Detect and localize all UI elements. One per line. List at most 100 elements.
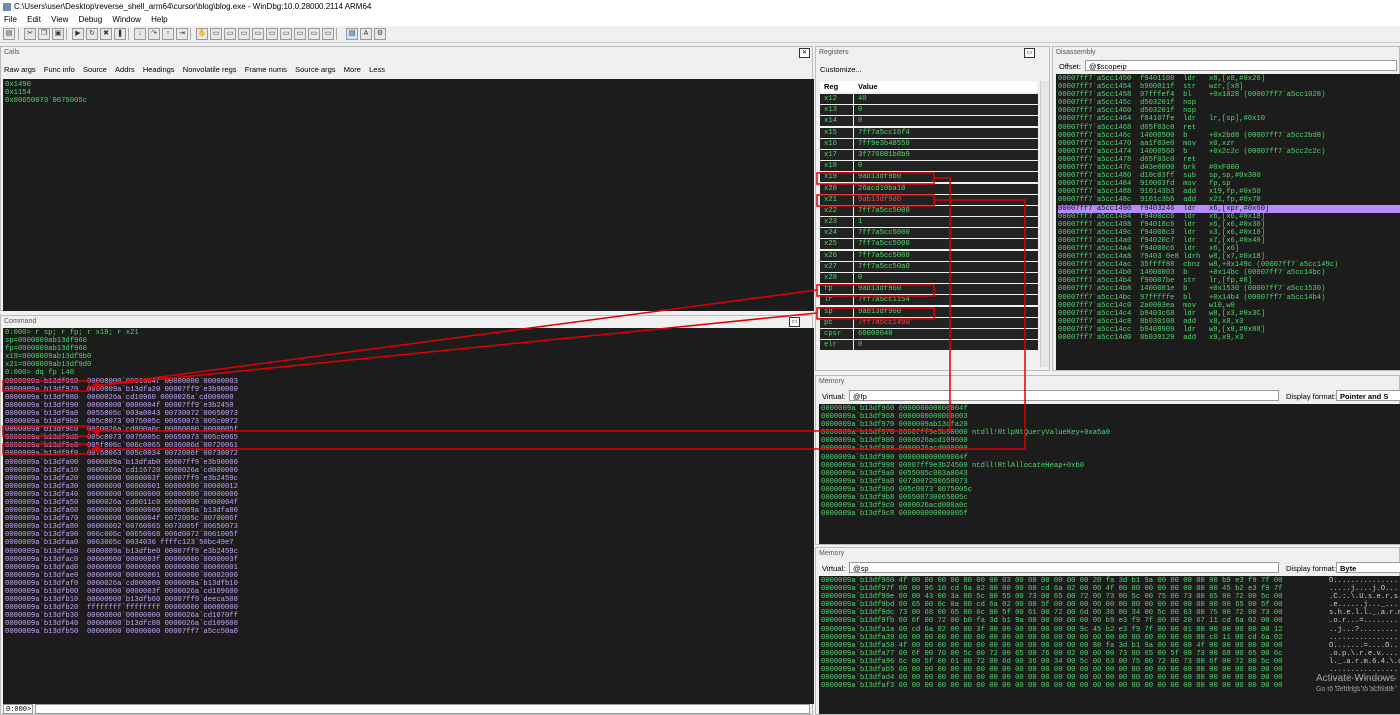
memory-row[interactable]: 0000009a`b13df9b0 005c0073`0075005c xyxy=(821,486,1399,494)
memory-dump-row[interactable]: 0000009a`b13df990 00000000`0000004f 0000… xyxy=(5,402,812,410)
memory-dump-row[interactable]: 0000009a`b13dfa40 00000000`00000000 0000… xyxy=(5,491,812,499)
memory-row[interactable]: 0000009a`b13df99e 00 00 43 00 3a 00 5c 0… xyxy=(821,593,1400,601)
font-icon[interactable]: A xyxy=(360,28,372,40)
memory-dump-row[interactable]: 0000009a`b13dfb30 00000000`00000000 0000… xyxy=(5,612,812,620)
command-input[interactable] xyxy=(35,704,810,714)
disassembly-line[interactable]: 00007ff7`a5cc14ac 35ffff88 cbnz w8,+0x14… xyxy=(1058,261,1400,269)
register-value[interactable]: 0 xyxy=(854,116,1038,127)
disassembly-line[interactable]: 00007ff7`a5cc14c8 8b030108 add x8,x8,x3 xyxy=(1058,318,1400,326)
register-value[interactable]: 1 xyxy=(854,217,1038,228)
register-row-x28[interactable]: x28 0 xyxy=(820,273,1038,284)
func-info-button[interactable]: Func info xyxy=(44,64,75,75)
virtual-address-input[interactable]: @sp xyxy=(849,562,1279,573)
memory-row[interactable]: 0000009a`b13dfa39 00 00 00 00 00 00 00 0… xyxy=(821,634,1399,642)
step-into-icon[interactable]: ↓ xyxy=(134,28,146,40)
disassembly-line[interactable]: 00007ff7`a5cc14b0 14000003 b +0x14bc (00… xyxy=(1058,269,1400,277)
memory-row[interactable]: 0000009a`b13df978 00007ff9e3b90000 ntdll… xyxy=(821,429,1399,437)
command-output-line[interactable]: x19=0000009ab13df9b0 xyxy=(5,353,812,361)
register-row-fp[interactable]: fp 9ab13df960 xyxy=(820,284,1038,295)
memory-row[interactable]: 0000009a`b13df990 000000000000004f xyxy=(821,454,1399,462)
call-frame[interactable]: 0x1490 xyxy=(5,81,812,89)
memory-dump-row[interactable]: 0000009a`b13dfad0 00000000`00000000 0000… xyxy=(5,564,812,572)
processes-threads-icon[interactable]: ▭ xyxy=(322,28,334,40)
register-value[interactable]: 40 xyxy=(854,94,1038,104)
disassembly-line[interactable]: 00007ff7`a5cc1464 f84107fe ldr lr,[sp],#… xyxy=(1058,115,1400,123)
memory-row[interactable]: 0000009a`b13dfa96 6c 00 5f 00 61 00 72 0… xyxy=(821,658,1400,666)
customize-button[interactable]: Customize... xyxy=(820,65,862,74)
command-output-line[interactable]: 0:000> dq fp L40 xyxy=(5,369,812,377)
memory-dump-row[interactable]: 0000009a`b13df9b0 005c0073`0075005c 0065… xyxy=(5,418,812,426)
registers-undock-icon[interactable]: ▭ xyxy=(1024,48,1035,58)
command-output-line[interactable]: x21=0000009ab13df9d0 xyxy=(5,361,812,369)
paste-icon[interactable]: ▣ xyxy=(52,28,64,40)
memory-row[interactable]: 0000009a`b13df970 0000009ab13dfa20 xyxy=(821,421,1399,429)
memory-dump-row[interactable]: 0000009a`b13dfb00 00000000`0000003f 0000… xyxy=(5,588,812,596)
register-value[interactable]: 0 xyxy=(854,340,1038,351)
register-row-x14[interactable]: x14 0 xyxy=(820,116,1038,127)
command-output-line[interactable]: fp=0000009ab13df960 xyxy=(5,345,812,353)
register-row-x13[interactable]: x13 0 xyxy=(820,105,1038,116)
menu-help[interactable]: Help xyxy=(151,14,167,26)
registers-scrollbar[interactable] xyxy=(1040,81,1049,367)
memory-dump-row[interactable]: 0000009a`b13df9c0 0000026a`cd000a0c 0000… xyxy=(5,426,812,434)
memory-dump-row[interactable]: 0000009a`b13df960 00000000`0000004f 0000… xyxy=(5,378,812,386)
memory-row[interactable]: 0000009a`b13dfab5 00 00 00 00 00 00 00 0… xyxy=(821,666,1399,674)
watch-window-icon[interactable]: ▭ xyxy=(224,28,236,40)
more-button[interactable]: More xyxy=(344,64,361,75)
memory-dump-row[interactable]: 0000009a`b13dfa10 0000026a`cd116720 0000… xyxy=(5,467,812,475)
memory-dump-row[interactable]: 0000009a`b13df9a0 0055005c`003a0043 0073… xyxy=(5,410,812,418)
command-undock-icon[interactable]: ▭ xyxy=(789,317,800,327)
disassembly-line[interactable]: 00007ff7`a5cc147c d43e0000 brk #0xF000 xyxy=(1058,164,1400,172)
less-button[interactable]: Less xyxy=(369,64,385,75)
memory-row[interactable]: 0000009a`b13df9dc 73 00 68 00 65 00 6c 0… xyxy=(821,609,1400,617)
menu-debug[interactable]: Debug xyxy=(79,14,103,26)
disassembly-line[interactable]: 00007ff7`a5cc1480 d10c03ff sub sp,sp,#0x… xyxy=(1058,172,1400,180)
disassembly-line[interactable]: 00007ff7`a5cc1458 97fffef4 bl +0x1028 (0… xyxy=(1058,91,1400,99)
memory-row[interactable]: 0000009a`b13df998 00007ff9e3b24500 ntdll… xyxy=(821,462,1399,470)
disassembly-line[interactable]: 00007ff7`a5cc1470 aa1f03e0 mov x0,xzr xyxy=(1058,140,1400,148)
register-value[interactable]: 7ff7a5cc5000 xyxy=(854,205,1038,216)
register-row-x20[interactable]: x20 26acd10ba10 xyxy=(820,183,1038,195)
register-row-x15[interactable]: x15 7ff7a5cc16f4 xyxy=(820,127,1038,139)
register-value[interactable]: 9ab13df960 xyxy=(854,306,1038,317)
register-value[interactable]: 7ff7a5cc50a0 xyxy=(854,261,1038,272)
memory-row[interactable]: 0000009a`b13dfa77 00 6f 00 70 00 5c 00 7… xyxy=(821,650,1399,658)
call-frame[interactable]: 0x00650073`0075005c xyxy=(5,97,812,105)
memory-dump-row[interactable]: 0000009a`b13dfa90 006c006c`00650068 006d… xyxy=(5,531,812,539)
register-row-x17[interactable]: x17 3f776081b8b9 xyxy=(820,149,1038,161)
addrs-button[interactable]: Addrs xyxy=(115,64,135,75)
reg-column-header[interactable]: Reg xyxy=(820,81,855,92)
call-stack-window-icon[interactable]: ▭ xyxy=(280,28,292,40)
disassembly-line[interactable]: 00007ff7`a5cc1474 14000560 b +0x2c2c (00… xyxy=(1058,148,1400,156)
register-row-sp[interactable]: sp 9ab13df960 xyxy=(820,306,1038,318)
register-row-x26[interactable]: x26 7ff7a5cc5000 xyxy=(820,250,1038,262)
disassembly-line[interactable]: 00007ff7`a5cc149c f94008c3 ldr x3,[x6,#0… xyxy=(1058,229,1400,237)
disassembly-line[interactable]: 00007ff7`a5cc1484 910003fd mov fp,sp xyxy=(1058,180,1400,188)
step-out-icon[interactable]: ↑ xyxy=(162,28,174,40)
frame-nums-button[interactable]: Frame nums xyxy=(245,64,287,75)
memory-row[interactable]: 0000009a`b13dfa58 4f 00 00 00 00 00 00 0… xyxy=(821,642,1399,650)
memory-dump-row[interactable]: 0000009a`b13dfae0 00000000`00000001 0000… xyxy=(5,572,812,580)
memory-dump-row[interactable]: 0000009a`b13dfa80 00000002`00760065 0073… xyxy=(5,523,812,531)
register-row-cpsr[interactable]: cpsr 60000040 xyxy=(820,328,1038,340)
headings-button[interactable]: Headings xyxy=(143,64,175,75)
memory-dump-row[interactable]: 0000009a`b13dfb50 00000000`00000000 0000… xyxy=(5,628,812,636)
disassembly-line[interactable]: 00007ff7`a5cc1460 d503201f nop xyxy=(1058,107,1400,115)
register-row-x27[interactable]: x27 7ff7a5cc50a0 xyxy=(820,261,1038,273)
memory-dump-row[interactable]: 0000009a`b13dfb10 00000000`b13dfb60 0000… xyxy=(5,596,812,604)
raw-args-button[interactable]: Raw args xyxy=(4,64,36,75)
memory-row[interactable]: 0000009a`b13df968 0000000000000003 xyxy=(821,413,1399,421)
stop-icon[interactable]: ✖ xyxy=(100,28,112,40)
register-value[interactable]: 3f776081b8b9 xyxy=(854,149,1038,160)
memory-row[interactable]: 0000009a`b13df9b8 006500730065005c xyxy=(821,494,1399,502)
memory-dump-row[interactable]: 0000009a`b13dfaf0 0000026a`cd000000 0000… xyxy=(5,580,812,588)
register-value[interactable]: 0 xyxy=(854,105,1038,116)
menu-edit[interactable]: Edit xyxy=(27,14,41,26)
register-value[interactable]: 7ff9e3b48550 xyxy=(854,138,1038,149)
disassembly-line[interactable]: 00007ff7`a5cc14c4 b9403c68 ldr w8,[x3,#0… xyxy=(1058,310,1400,318)
disassembly-line[interactable]: 00007ff7`a5cc14a4 f94000c6 ldr x6,[x6] xyxy=(1058,245,1400,253)
register-value[interactable]: 7ff7a5cc5000 xyxy=(854,239,1038,250)
disassembly-line[interactable]: 00007ff7`a5cc1494 f9400cc6 ldr x6,[x6,#0… xyxy=(1058,213,1400,221)
source-args-button[interactable]: Source args xyxy=(295,64,335,75)
disassembly-line[interactable]: 00007ff7`a5cc1498 f94018c6 ldr x6,[x6,#0… xyxy=(1058,221,1400,229)
